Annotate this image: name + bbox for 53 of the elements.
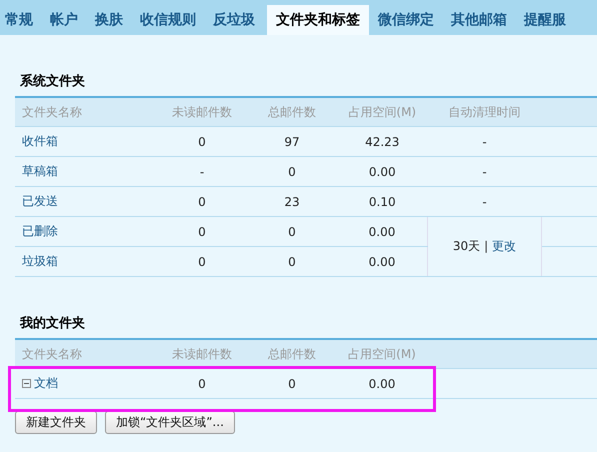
table-cell: 0 <box>198 224 206 238</box>
table-cell: 0 <box>288 224 296 238</box>
folder-link[interactable]: 文档 <box>34 376 58 390</box>
table-cell: 0 <box>198 194 206 208</box>
section-title: 我的文件夹 <box>18 314 86 333</box>
table-cell: 0.00 <box>368 254 396 268</box>
change-link[interactable]: 更改 <box>492 239 516 253</box>
column-header: 文件夹名称 <box>22 346 82 360</box>
table-cell: 0 <box>198 134 206 148</box>
table-cell: 0.00 <box>368 376 396 390</box>
table-cell: 0 <box>288 254 296 268</box>
table-cell: - <box>200 164 204 178</box>
table-cell: - <box>482 194 487 208</box>
table-cell: 30天 <box>452 239 480 253</box>
table-cell: 0 <box>288 376 296 390</box>
tab[interactable]: 微信绑定 <box>373 5 442 35</box>
column-header: 未读邮件数 <box>172 104 232 118</box>
folder-link[interactable]: 收件箱 <box>22 134 58 148</box>
folder-link[interactable]: 垃圾箱 <box>22 254 58 268</box>
tab[interactable]: 换肤 <box>90 5 131 35</box>
table-cell: 97 <box>284 134 300 148</box>
table-cell: 0 <box>198 376 206 390</box>
column-header: 占用空间(M) <box>348 104 416 118</box>
table-cell: - <box>482 134 487 148</box>
section-title: 系统文件夹 <box>19 72 86 91</box>
table-cell: - <box>482 164 487 178</box>
tab[interactable]: 收信规则 <box>135 5 204 35</box>
table-cell: 0.10 <box>368 194 396 208</box>
tab[interactable]: 其他邮箱 <box>446 5 515 35</box>
collapse-icon[interactable] <box>22 379 31 388</box>
separator: | <box>484 239 488 253</box>
tab[interactable]: 反垃圾 <box>208 5 263 35</box>
folder-link[interactable]: 已发送 <box>22 194 58 208</box>
tab[interactable]: 帐户 <box>45 5 86 35</box>
button[interactable]: 加锁“文件夹区域”... <box>105 411 235 434</box>
table-cell: 0 <box>288 164 296 178</box>
table-cell: 42.23 <box>365 134 400 148</box>
table-cell: 0.00 <box>368 224 396 238</box>
table-cell: 0 <box>198 254 206 268</box>
column-header: 未读邮件数 <box>172 346 232 360</box>
tab[interactable]: 提醒服 <box>519 5 574 35</box>
tab[interactable]: 常规 <box>0 5 41 35</box>
folder-link[interactable]: 草稿箱 <box>22 164 58 178</box>
column-header: 占用空间(M) <box>348 346 416 360</box>
column-header: 自动清理时间 <box>448 104 520 118</box>
column-header: 总邮件数 <box>268 104 316 118</box>
button[interactable]: 新建文件夹 <box>15 411 97 434</box>
tab[interactable]: 文件夹和标签 <box>267 5 369 35</box>
column-header: 文件夹名称 <box>22 104 82 118</box>
table-cell: 23 <box>284 194 300 208</box>
table-cell: 0.00 <box>368 164 396 178</box>
column-header: 总邮件数 <box>268 346 316 360</box>
folder-link[interactable]: 已删除 <box>22 224 58 238</box>
